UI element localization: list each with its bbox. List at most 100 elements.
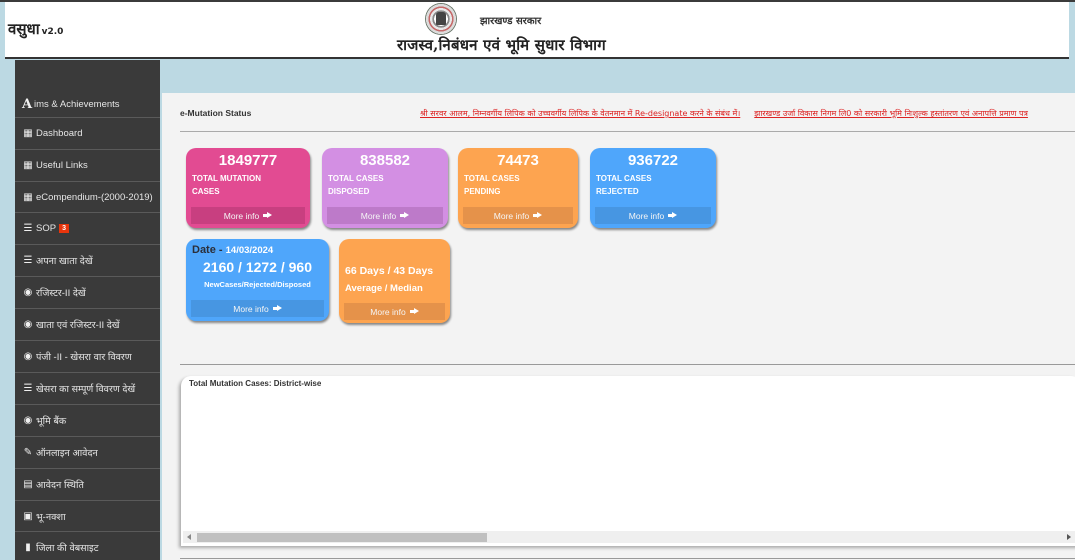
daily-date: Date - 14/03/2024 (192, 244, 274, 256)
brand-name: वसुधा (8, 20, 40, 38)
tile-value: 1849777 (218, 152, 278, 169)
sidebar-item-panji-khesra[interactable]: ◉ पंजी -II - खेसरा वार विवरण (15, 340, 160, 372)
tile-label: TOTAL CASES PENDING (464, 174, 520, 196)
sidebar-item-khesra-details[interactable]: ☰ खेसरा का सम्पूर्ण विवरण देखें (15, 372, 160, 404)
tile-daily-stats: Date - 14/03/2024 2160 / 1272 / 960 NewC… (186, 239, 329, 321)
chart-icon: ▦ (23, 160, 33, 171)
duration-value: 66 Days / 43 Days (345, 265, 434, 277)
sidebar-item-label: पंजी -II - खेसरा वार विवरण (36, 352, 132, 363)
sidebar-item-khata-register-2[interactable]: ◉ खाता एवं रजिस्टर-II देखें (15, 308, 160, 340)
eye-icon: ◉ (23, 415, 33, 426)
more-info-button[interactable]: More info (595, 207, 711, 224)
chart-icon: ▦ (23, 192, 33, 203)
brand-logo[interactable]: वसुधा v2.0 (8, 19, 63, 39)
daily-counts: 2160 / 1272 / 960 (203, 259, 312, 275)
news-ticker: श्री सरवर आलम, निम्नवर्गीय लिपिक को उच्च… (420, 108, 1075, 119)
sidebar-item-label: Useful Links (36, 160, 88, 171)
list-icon: ☰ (23, 383, 33, 394)
scroll-left-icon[interactable] (187, 534, 191, 540)
sidebar-item-online-application[interactable]: ✎ ऑनलाइन आवेदन (15, 436, 160, 468)
sidebar-item-sop[interactable]: ☰ SOP 3 (15, 212, 160, 244)
ticker-link[interactable]: श्री सरवर आलम, निम्नवर्गीय लिपिक को उच्च… (420, 109, 740, 118)
arrow-right-icon (409, 308, 419, 315)
sidebar-item-label: आवेदन स्थिति (36, 480, 84, 491)
tile-value: 838582 (359, 152, 411, 169)
sidebar-item-apna-khata[interactable]: ☰ अपना खाता देखें (15, 244, 160, 276)
arrow-right-icon (400, 212, 410, 219)
version-label: v2.0 (41, 27, 64, 37)
arrow-right-icon (533, 212, 543, 219)
sidebar-item-label: रजिस्टर-II देखें (36, 288, 86, 299)
status-bar: e-Mutation Status श्री सरवर आलम, निम्नवर… (180, 104, 1075, 122)
tile-value: 936722 (627, 152, 679, 169)
more-info-button[interactable]: More info (344, 303, 445, 320)
sidebar-item-land-bank[interactable]: ◉ भूमि बैंक (15, 404, 160, 436)
government-name: झारखण्ड सरकार (480, 16, 542, 27)
eye-icon: ◉ (23, 287, 33, 298)
tile-label: TOTAL CASES REJECTED (596, 174, 652, 196)
sidebar-item-label: eCompendium-(2000-2019) (36, 192, 153, 203)
sidebar-item-district-website[interactable]: ▮ जिला की वेबसाइट (15, 531, 160, 560)
list-icon: ☰ (23, 223, 33, 234)
sop-count-badge: 3 (59, 224, 69, 233)
sidebar-item-label: भूमि बैंक (36, 416, 67, 427)
arrow-right-icon (668, 212, 678, 219)
tile-total-cases-rejected: 936722 TOTAL CASES REJECTED More info (590, 148, 716, 228)
scroll-right-icon[interactable] (1067, 534, 1071, 540)
sidebar-item-label: जिला की वेबसाइट (36, 543, 99, 554)
sidebar-item-ecompendium[interactable]: ▦ eCompendium-(2000-2019) (15, 181, 160, 213)
jharkhand-emblem-icon (425, 3, 457, 35)
tile-value: 74473 (497, 152, 539, 169)
more-info-button[interactable]: More info (191, 300, 324, 317)
tile-label: TOTAL CASES DISPOSED (328, 174, 384, 196)
sidebar-item-bhu-naksha[interactable]: ▣ भू-नक्शा (15, 500, 160, 532)
tile-total-cases-disposed: 838582 TOTAL CASES DISPOSED More info (322, 148, 448, 228)
tile-label: TOTAL MUTATION CASES (192, 174, 262, 196)
eye-icon: ◉ (23, 319, 33, 330)
department-title: राजस्व,निबंधन एवं भूमि सुधार विभाग (397, 36, 606, 54)
divider (180, 558, 1075, 559)
sidebar-item-label: ऑनलाइन आवेदन (36, 448, 98, 459)
sidebar-item-label: अपना खाता देखें (36, 256, 93, 267)
daily-caption: NewCases/Rejected/Disposed (204, 280, 311, 289)
more-info-button[interactable]: More info (191, 207, 305, 224)
sidebar-item-label: खेसरा का सम्पूर्ण विवरण देखें (36, 384, 136, 395)
district-wise-panel: Total Mutation Cases: District-wise (181, 376, 1075, 546)
more-info-button[interactable]: More info (463, 207, 573, 224)
image-icon: ▣ (23, 511, 33, 522)
tile-average-median-days: 66 Days / 43 Days Average / Median More … (339, 239, 450, 323)
sidebar-item-label: खाता एवं रजिस्टर-II देखें (36, 320, 120, 331)
edit-icon: ✎ (23, 447, 33, 458)
more-info-button[interactable]: More info (327, 207, 443, 224)
divider (180, 131, 1075, 132)
arrow-right-icon (263, 212, 273, 219)
scrollbar-thumb[interactable] (197, 533, 487, 542)
sidebar-item-label: ims & Achievements (34, 98, 120, 110)
sidebar-item-label: Dashboard (36, 128, 83, 139)
e-mutation-status-title: e-Mutation Status (180, 108, 252, 118)
eye-icon: ◉ (23, 351, 33, 362)
site-header: वसुधा v2.0 झारखण्ड सरकार राजस्व,निबंधन एव… (5, 2, 1069, 59)
sidebar-item-application-status[interactable]: ▤ आवेदन स्थिति (15, 468, 160, 500)
ticker-link[interactable]: झारखण्ड उर्जा विकास निगम लि0 को सरकारी भ… (754, 109, 1028, 118)
bookmark-icon: ▮ (25, 542, 31, 553)
sidebar-item-aims-achievements[interactable]: A ims & Achievements (15, 88, 160, 120)
tile-total-cases-pending: 74473 TOTAL CASES PENDING More info (458, 148, 578, 228)
tile-total-mutation-cases: 1849777 TOTAL MUTATION CASES More info (186, 148, 310, 228)
sidebar-item-dashboard[interactable]: ▦ Dashboard (15, 117, 160, 149)
sidebar-item-label: भू-नक्शा (36, 512, 66, 523)
sidebar-item-useful-links[interactable]: ▦ Useful Links (15, 149, 160, 181)
arrow-right-icon (272, 305, 282, 312)
duration-caption: Average / Median (345, 283, 423, 294)
letter-a-icon: A (22, 96, 33, 112)
horizontal-scrollbar[interactable] (183, 531, 1075, 543)
chart-icon: ▦ (23, 128, 33, 139)
card-icon: ▤ (23, 479, 33, 490)
district-wise-title: Total Mutation Cases: District-wise (189, 379, 322, 388)
list-icon: ☰ (23, 255, 33, 266)
content-top-band (160, 60, 1075, 93)
sidebar: A ims & Achievements ▦ Dashboard ▦ Usefu… (15, 60, 160, 560)
sidebar-item-label: SOP (36, 223, 57, 234)
sidebar-item-register-2[interactable]: ◉ रजिस्टर-II देखें (15, 276, 160, 308)
divider (180, 364, 1075, 365)
